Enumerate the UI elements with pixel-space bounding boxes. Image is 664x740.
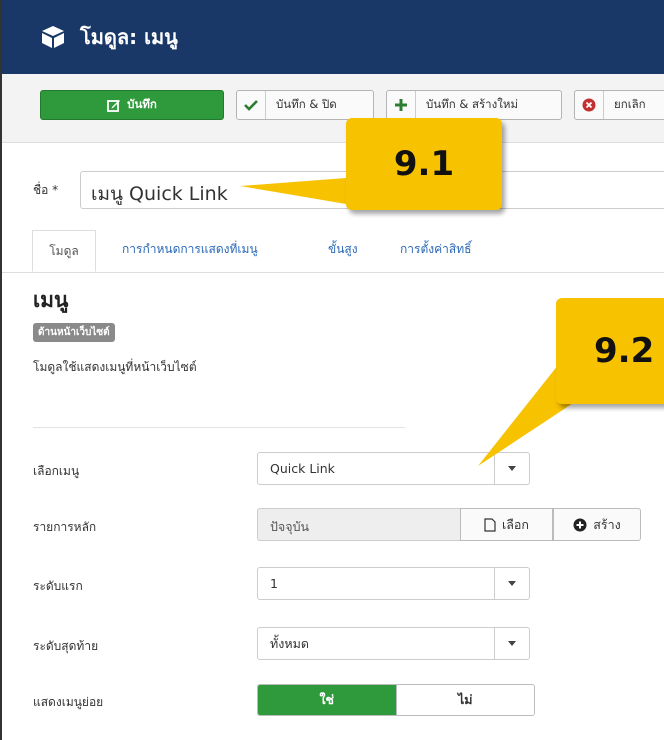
callout-9-1: 9.1 [346,118,502,210]
callout-pointer-1 [240,178,346,204]
callout-9-2: 9.2 [556,298,664,404]
